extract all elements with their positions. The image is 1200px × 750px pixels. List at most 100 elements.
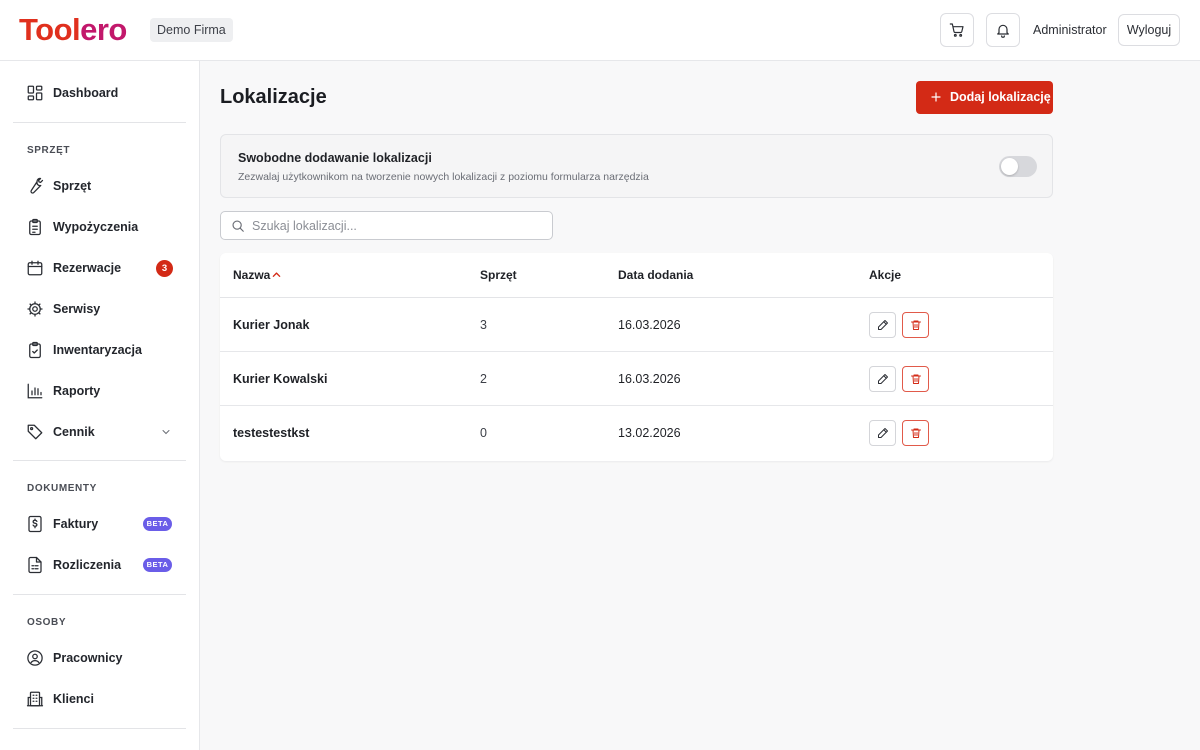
column-header-equipment[interactable]: Sprzęt bbox=[480, 268, 517, 282]
sidebar-item-label: Raporty bbox=[53, 384, 101, 398]
free-location-setting-card: Swobodne dodawanie lokalizacji Zezwalaj … bbox=[220, 134, 1053, 198]
company-badge: Demo Firma bbox=[150, 18, 233, 42]
toggle-knob bbox=[1001, 158, 1018, 175]
chevron-down-icon[interactable] bbox=[160, 426, 172, 438]
location-name: Kurier Jonak bbox=[233, 318, 310, 332]
cart-button[interactable] bbox=[940, 13, 974, 47]
sidebar-item-pracownicy[interactable]: Pracownicy bbox=[13, 640, 186, 676]
delete-button[interactable] bbox=[902, 312, 929, 338]
bell-icon bbox=[997, 24, 1009, 38]
trash-icon bbox=[911, 320, 921, 330]
sidebar-item-inwentaryzacja[interactable]: Inwentaryzacja bbox=[13, 332, 186, 368]
add-location-button[interactable]: Dodaj lokalizację bbox=[916, 81, 1053, 114]
date-added: 13.02.2026 bbox=[618, 426, 681, 440]
location-name: testestestkst bbox=[233, 426, 310, 440]
bar-chart-icon bbox=[27, 383, 43, 399]
sidebar: Dashboard SPRZĘT Sprzęt Wypożyczenia Rez… bbox=[0, 61, 200, 750]
app-logo[interactable]: Toolero bbox=[19, 12, 127, 48]
sidebar-divider bbox=[13, 728, 186, 729]
sidebar-item-raporty[interactable]: Raporty bbox=[13, 373, 186, 409]
gear-icon bbox=[27, 301, 43, 317]
sort-ascending-icon[interactable] bbox=[272, 271, 281, 278]
beta-badge: BETA bbox=[143, 517, 172, 531]
page-title: Lokalizacje bbox=[220, 86, 327, 108]
table-row[interactable]: Kurier Jonak 3 16.03.2026 bbox=[220, 298, 1053, 352]
equipment-count: 0 bbox=[480, 426, 487, 440]
user-circle-icon bbox=[27, 650, 43, 666]
building-icon bbox=[26, 691, 44, 707]
sidebar-divider bbox=[13, 460, 186, 461]
sidebar-item-sprzet[interactable]: Sprzęt bbox=[13, 168, 186, 204]
clipboard-list-icon bbox=[29, 218, 41, 236]
sidebar-item-label: Inwentaryzacja bbox=[53, 343, 142, 357]
wrench-icon bbox=[30, 177, 44, 194]
location-name: Kurier Kowalski bbox=[233, 372, 328, 386]
pencil-icon bbox=[878, 374, 888, 384]
sidebar-item-rezerwacje[interactable]: Rezerwacje 3 bbox=[13, 250, 186, 286]
plus-icon bbox=[931, 92, 941, 102]
equipment-count: 3 bbox=[480, 318, 487, 332]
date-added: 16.03.2026 bbox=[618, 318, 681, 332]
locations-table: Nazwa Sprzęt Data dodania Akcje Kurier J… bbox=[220, 253, 1053, 461]
sidebar-item-label: Rezerwacje bbox=[53, 261, 122, 275]
edit-button[interactable] bbox=[869, 366, 896, 392]
tag-icon bbox=[27, 424, 43, 440]
sidebar-item-label: Faktury bbox=[53, 517, 99, 531]
trash-icon bbox=[911, 428, 921, 438]
table-row[interactable]: testestestkst 0 13.02.2026 bbox=[220, 406, 1053, 460]
free-location-toggle[interactable] bbox=[999, 156, 1037, 177]
user-name[interactable]: Administrator bbox=[1033, 22, 1107, 38]
equipment-count: 2 bbox=[480, 372, 487, 386]
sidebar-item-faktury[interactable]: Faktury BETA bbox=[13, 506, 186, 542]
sidebar-item-label: Serwisy bbox=[53, 302, 101, 316]
delete-button[interactable] bbox=[902, 420, 929, 446]
date-added: 16.03.2026 bbox=[618, 372, 681, 386]
sidebar-divider bbox=[13, 122, 186, 123]
sidebar-item-rozliczenia[interactable]: Rozliczenia BETA bbox=[13, 547, 186, 583]
sidebar-item-label: Dashboard bbox=[53, 86, 119, 100]
sidebar-item-label: Sprzęt bbox=[53, 179, 92, 193]
setting-title: Swobodne dodawanie lokalizacji bbox=[238, 151, 432, 165]
section-heading-people: OSOBY bbox=[27, 617, 67, 628]
sidebar-item-label: Cennik bbox=[53, 425, 95, 439]
column-header-actions: Akcje bbox=[869, 268, 902, 282]
trash-icon bbox=[911, 374, 921, 384]
edit-button[interactable] bbox=[869, 312, 896, 338]
sidebar-item-label: Klienci bbox=[53, 692, 94, 706]
cart-icon bbox=[949, 23, 964, 37]
sidebar-item-cennik[interactable]: Cennik bbox=[13, 414, 186, 450]
clipboard-check-icon bbox=[29, 341, 41, 359]
search-input[interactable] bbox=[252, 216, 542, 236]
sidebar-item-serwisy[interactable]: Serwisy bbox=[13, 291, 186, 327]
sidebar-item-label: Rozliczenia bbox=[53, 558, 122, 572]
logout-button[interactable]: Wyloguj bbox=[1118, 14, 1180, 46]
section-heading-equipment: SPRZĘT bbox=[27, 145, 71, 156]
pencil-icon bbox=[878, 320, 888, 330]
column-header-name[interactable]: Nazwa bbox=[233, 268, 270, 282]
reservation-count-badge: 3 bbox=[156, 260, 173, 277]
search-icon bbox=[232, 220, 244, 232]
logo-part-2: ero bbox=[80, 12, 127, 47]
sidebar-item-dashboard[interactable]: Dashboard bbox=[13, 75, 186, 111]
delete-button[interactable] bbox=[902, 366, 929, 392]
sidebar-item-label: Pracownicy bbox=[53, 651, 123, 665]
invoice-dollar-icon bbox=[28, 515, 42, 533]
sidebar-item-label: Wypożyczenia bbox=[53, 220, 139, 234]
calendar-icon bbox=[27, 260, 43, 276]
add-location-label: Dodaj lokalizację bbox=[950, 90, 1051, 104]
sidebar-item-wypozyczenia[interactable]: Wypożyczenia bbox=[13, 209, 186, 245]
table-header: Nazwa Sprzęt Data dodania Akcje bbox=[220, 253, 1053, 298]
setting-description: Zezwalaj użytkownikom na tworzenie nowyc… bbox=[238, 171, 649, 183]
sidebar-divider bbox=[13, 594, 186, 595]
dashboard-icon bbox=[27, 85, 43, 101]
sidebar-item-klienci[interactable]: Klienci bbox=[13, 681, 186, 717]
section-heading-documents: DOKUMENTY bbox=[27, 483, 97, 494]
column-header-date[interactable]: Data dodania bbox=[618, 268, 693, 282]
top-header: Toolero Demo Firma Administrator Wyloguj bbox=[0, 0, 1200, 61]
edit-button[interactable] bbox=[869, 420, 896, 446]
notifications-button[interactable] bbox=[986, 13, 1020, 47]
logo-part-1: Tool bbox=[19, 12, 81, 47]
table-row[interactable]: Kurier Kowalski 2 16.03.2026 bbox=[220, 352, 1053, 406]
search-box bbox=[220, 211, 553, 240]
pencil-icon bbox=[878, 428, 888, 438]
